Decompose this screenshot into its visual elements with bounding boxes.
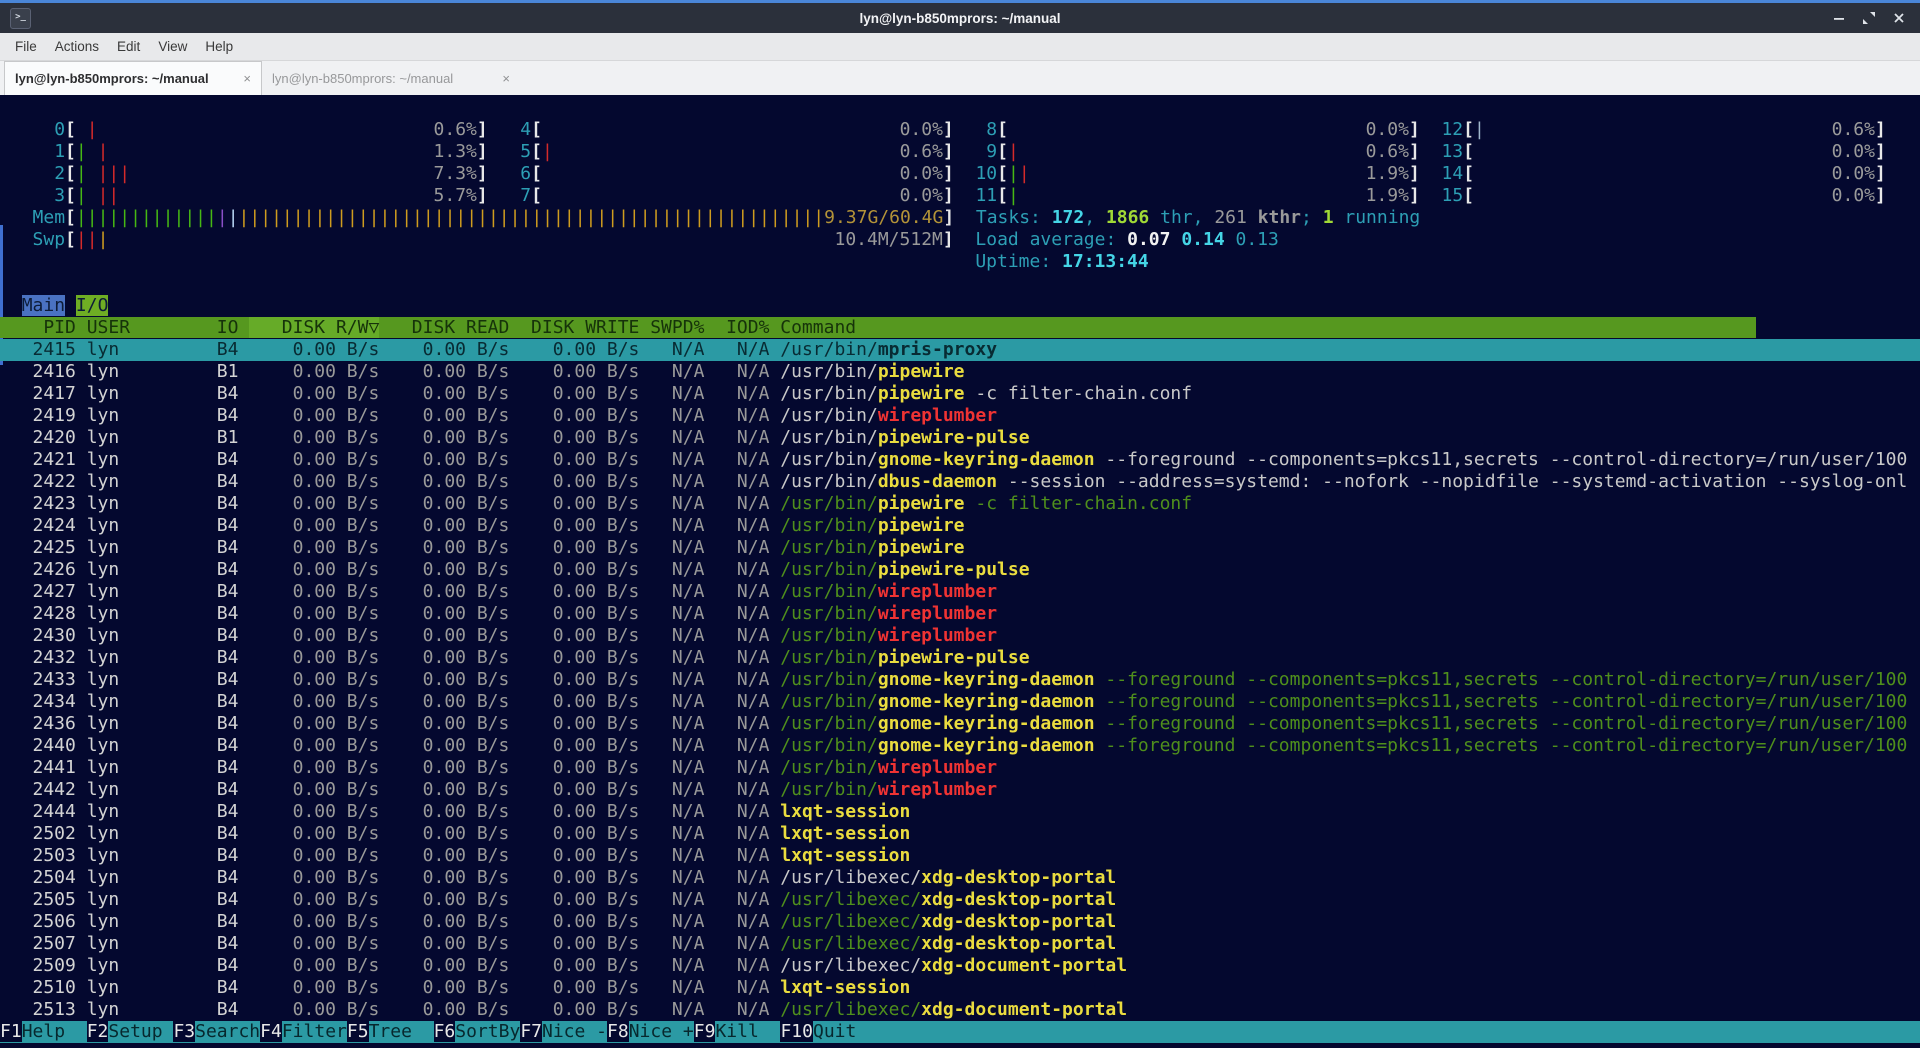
fkey-label-f6[interactable]: SortBy [455,1021,520,1042]
column-header-disk-rw-sort[interactable]: DISK R/W▽ [249,317,379,338]
process-row-2423[interactable]: 2423 lyn B4 0.00 B/s 0.00 B/s 0.00 B/s N… [0,493,1920,515]
fkey-f7[interactable]: F7 [520,1021,542,1042]
process-row-2440[interactable]: 2440 lyn B4 0.00 B/s 0.00 B/s 0.00 B/s N… [0,735,1920,757]
screen-tab-main[interactable]: Main [22,295,65,316]
tabbar: lyn@lyn-b850mprors: ~/manual × lyn@lyn-b… [0,61,1920,96]
fkey-label-f3[interactable]: Search [195,1021,260,1042]
fkey-f2[interactable]: F2 [87,1021,109,1042]
titlebar[interactable]: >_ lyn@lyn-b850mprors: ~/manual [0,3,1920,33]
fkey-f10[interactable]: F10 [780,1021,813,1042]
fkey-f1[interactable]: F1 [0,1021,22,1042]
fkey-f5[interactable]: F5 [347,1021,369,1042]
close-icon [1892,11,1906,25]
process-row-2506[interactable]: 2506 lyn B4 0.00 B/s 0.00 B/s 0.00 B/s N… [0,911,1920,933]
tab-close-icon[interactable]: × [502,71,510,86]
minimize-button[interactable] [1830,9,1848,27]
cpu-meter-row-1: 1[| | 1.3%] 5[| 0.6%] 9[| 0.6%] 13[ 0.0%… [0,141,1920,163]
function-key-bar[interactable]: F1Help F2Setup F3SearchF4FilterF5Tree F6… [0,1021,1920,1043]
process-row-2416[interactable]: 2416 lyn B1 0.00 B/s 0.00 B/s 0.00 B/s N… [0,361,1920,383]
terminal-tab-2[interactable]: lyn@lyn-b850mprors: ~/manual × [262,61,520,96]
menu-actions[interactable]: Actions [46,39,108,54]
process-row-2419[interactable]: 2419 lyn B4 0.00 B/s 0.00 B/s 0.00 B/s N… [0,405,1920,427]
process-row-2426[interactable]: 2426 lyn B4 0.00 B/s 0.00 B/s 0.00 B/s N… [0,559,1920,581]
terminal-window: >_ lyn@lyn-b850mprors: ~/manual FileActi… [0,0,1920,1048]
swap-meter-row: Swp[||| 10.4M/512M] Load average: 0.07 0… [0,229,1920,251]
fkey-f6[interactable]: F6 [434,1021,456,1042]
process-row-2422[interactable]: 2422 lyn B4 0.00 B/s 0.00 B/s 0.00 B/s N… [0,471,1920,493]
process-row-2442[interactable]: 2442 lyn B4 0.00 B/s 0.00 B/s 0.00 B/s N… [0,779,1920,801]
window-title: lyn@lyn-b850mprors: ~/manual [0,11,1920,26]
process-row-2505[interactable]: 2505 lyn B4 0.00 B/s 0.00 B/s 0.00 B/s N… [0,889,1920,911]
restore-button[interactable] [1860,9,1878,27]
close-button[interactable] [1890,9,1908,27]
terminal-screen: 0[ | 0.6%] 4[ 0.0%] 8[ 0.0%] 12[| 0.6%] … [0,95,1920,1048]
process-row-2430[interactable]: 2430 lyn B4 0.00 B/s 0.00 B/s 0.00 B/s N… [0,625,1920,647]
terminal-tab-1[interactable]: lyn@lyn-b850mprors: ~/manual × [4,61,262,96]
process-row-2425[interactable]: 2425 lyn B4 0.00 B/s 0.00 B/s 0.00 B/s N… [0,537,1920,559]
process-row-2415[interactable]: 2415 lyn B4 0.00 B/s 0.00 B/s 0.00 B/s N… [0,339,1920,361]
minimize-icon [1832,11,1846,25]
process-row-2444[interactable]: 2444 lyn B4 0.00 B/s 0.00 B/s 0.00 B/s N… [0,801,1920,823]
process-row-2513[interactable]: 2513 lyn B4 0.00 B/s 0.00 B/s 0.00 B/s N… [0,999,1920,1021]
process-row-2428[interactable]: 2428 lyn B4 0.00 B/s 0.00 B/s 0.00 B/s N… [0,603,1920,625]
fkey-label-f2[interactable]: Setup [108,1021,173,1042]
window-buttons [1830,9,1908,27]
process-row-2441[interactable]: 2441 lyn B4 0.00 B/s 0.00 B/s 0.00 B/s N… [0,757,1920,779]
cpu-meter-row-3: 3[| || 5.7%] 7[ 0.0%] 11[| 1.9%] 15[ 0.0… [0,185,1920,207]
fkey-label-f7[interactable]: Nice - [542,1021,607,1042]
fkey-f8[interactable]: F8 [607,1021,629,1042]
terminal-app-icon: >_ [10,8,31,29]
menu-view[interactable]: View [149,39,196,54]
uptime-row: Uptime: 17:13:44 [0,251,1920,273]
fkey-label-f1[interactable]: Help [22,1021,87,1042]
process-row-2434[interactable]: 2434 lyn B4 0.00 B/s 0.00 B/s 0.00 B/s N… [0,691,1920,713]
cpu-meter-row-0: 0[ | 0.6%] 4[ 0.0%] 8[ 0.0%] 12[| 0.6%] [0,119,1920,141]
tab-close-icon[interactable]: × [243,71,251,86]
tab-title: lyn@lyn-b850mprors: ~/manual [15,71,235,86]
process-row-2427[interactable]: 2427 lyn B4 0.00 B/s 0.00 B/s 0.00 B/s N… [0,581,1920,603]
process-row-2504[interactable]: 2504 lyn B4 0.00 B/s 0.00 B/s 0.00 B/s N… [0,867,1920,889]
process-row-2502[interactable]: 2502 lyn B4 0.00 B/s 0.00 B/s 0.00 B/s N… [0,823,1920,845]
process-row-2432[interactable]: 2432 lyn B4 0.00 B/s 0.00 B/s 0.00 B/s N… [0,647,1920,669]
tab-title: lyn@lyn-b850mprors: ~/manual [272,71,494,86]
menu-file[interactable]: File [6,39,46,54]
process-row-2417[interactable]: 2417 lyn B4 0.00 B/s 0.00 B/s 0.00 B/s N… [0,383,1920,405]
process-row-2503[interactable]: 2503 lyn B4 0.00 B/s 0.00 B/s 0.00 B/s N… [0,845,1920,867]
htop-screen-tabs: Main I/O [0,295,1920,317]
process-row-2436[interactable]: 2436 lyn B4 0.00 B/s 0.00 B/s 0.00 B/s N… [0,713,1920,735]
table-header-row[interactable]: PID USER IO DISK R/W▽ DISK READ DISK WRI… [0,317,1920,339]
process-row-2421[interactable]: 2421 lyn B4 0.00 B/s 0.00 B/s 0.00 B/s N… [0,449,1920,471]
process-row-2510[interactable]: 2510 lyn B4 0.00 B/s 0.00 B/s 0.00 B/s N… [0,977,1920,999]
cpu-meter-row-2: 2[| ||| 7.3%] 6[ 0.0%] 10[|| 1.9%] 14[ 0… [0,163,1920,185]
fkey-label-f10[interactable]: Quit [813,1021,878,1042]
process-row-2420[interactable]: 2420 lyn B1 0.00 B/s 0.00 B/s 0.00 B/s N… [0,427,1920,449]
fkey-label-f9[interactable]: Kill [715,1021,780,1042]
fkey-label-f4[interactable]: Filter [282,1021,347,1042]
fkey-label-f8[interactable]: Nice + [629,1021,694,1042]
restore-icon [1862,11,1876,25]
fkey-f9[interactable]: F9 [694,1021,716,1042]
menubar: FileActionsEditViewHelp [0,33,1920,61]
process-row-2507[interactable]: 2507 lyn B4 0.00 B/s 0.00 B/s 0.00 B/s N… [0,933,1920,955]
memory-meter-row: Mem[||||||||||||||||||||||||||||||||||||… [0,207,1920,229]
process-row-2424[interactable]: 2424 lyn B4 0.00 B/s 0.00 B/s 0.00 B/s N… [0,515,1920,537]
screen-tab-io[interactable]: I/O [76,295,109,316]
fkey-f4[interactable]: F4 [260,1021,282,1042]
fkey-f3[interactable]: F3 [173,1021,195,1042]
process-row-2509[interactable]: 2509 lyn B4 0.00 B/s 0.00 B/s 0.00 B/s N… [0,955,1920,977]
menu-edit[interactable]: Edit [108,39,149,54]
menu-help[interactable]: Help [196,39,242,54]
fkey-label-f5[interactable]: Tree [369,1021,434,1042]
process-row-2433[interactable]: 2433 lyn B4 0.00 B/s 0.00 B/s 0.00 B/s N… [0,669,1920,691]
